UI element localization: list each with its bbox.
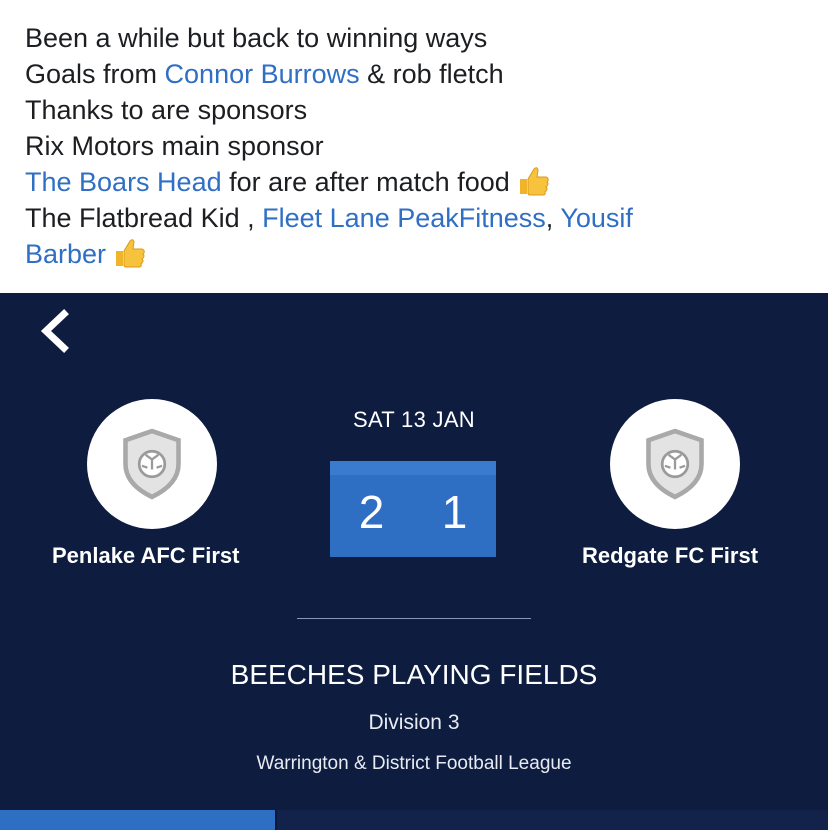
away-score: 1 xyxy=(441,486,468,538)
chevron-left-icon xyxy=(40,309,69,353)
post-line: Rix Motors main sponsor xyxy=(25,131,324,161)
home-score: 2 xyxy=(358,486,385,538)
post-line: The Flatbread Kid , Fleet Lane PeakFitne… xyxy=(25,203,633,233)
post-line: Been a while but back to winning ways xyxy=(25,23,488,53)
mention-yousif-barber[interactable]: Yousif xyxy=(560,203,633,233)
football-shield-icon xyxy=(646,428,704,500)
mention-connor-burrows[interactable]: Connor Burrows xyxy=(165,59,360,89)
mention-fleet-lane[interactable]: Fleet Lane PeakFitness xyxy=(262,203,546,233)
tab-active[interactable] xyxy=(0,810,275,830)
post-text: Been a while but back to winning ways Go… xyxy=(25,20,815,272)
back-button[interactable] xyxy=(36,308,76,354)
mention-boars-head[interactable]: The Boars Head xyxy=(25,167,222,197)
football-shield-icon xyxy=(123,428,181,500)
away-team-name[interactable]: Redgate FC First xyxy=(582,543,758,569)
divider xyxy=(297,618,531,619)
post-line: Thanks to are sponsors xyxy=(25,95,308,125)
tab-inactive[interactable] xyxy=(277,810,828,830)
league-name: Warrington & District Football League xyxy=(256,753,572,774)
mention-yousif-barber[interactable]: Barber xyxy=(25,239,106,269)
home-team-name[interactable]: Penlake AFC First xyxy=(52,543,239,569)
venue-name: BEECHES PLAYING FIELDS xyxy=(230,659,598,690)
post-line: Barber xyxy=(25,236,815,272)
away-team-badge[interactable] xyxy=(610,399,740,529)
post-line: The Boars Head for are after match food xyxy=(25,164,815,200)
thumbs-up-icon xyxy=(516,165,550,197)
match-card: Penlake AFC First SAT 13 JAN 2 1 Redgate… xyxy=(0,293,828,830)
post-line: Goals from Connor Burrows & rob fletch xyxy=(25,59,504,89)
division-label: Division 3 xyxy=(368,711,460,734)
thumbs-up-icon xyxy=(112,237,146,269)
scoreboard: 2 1 xyxy=(330,461,496,557)
